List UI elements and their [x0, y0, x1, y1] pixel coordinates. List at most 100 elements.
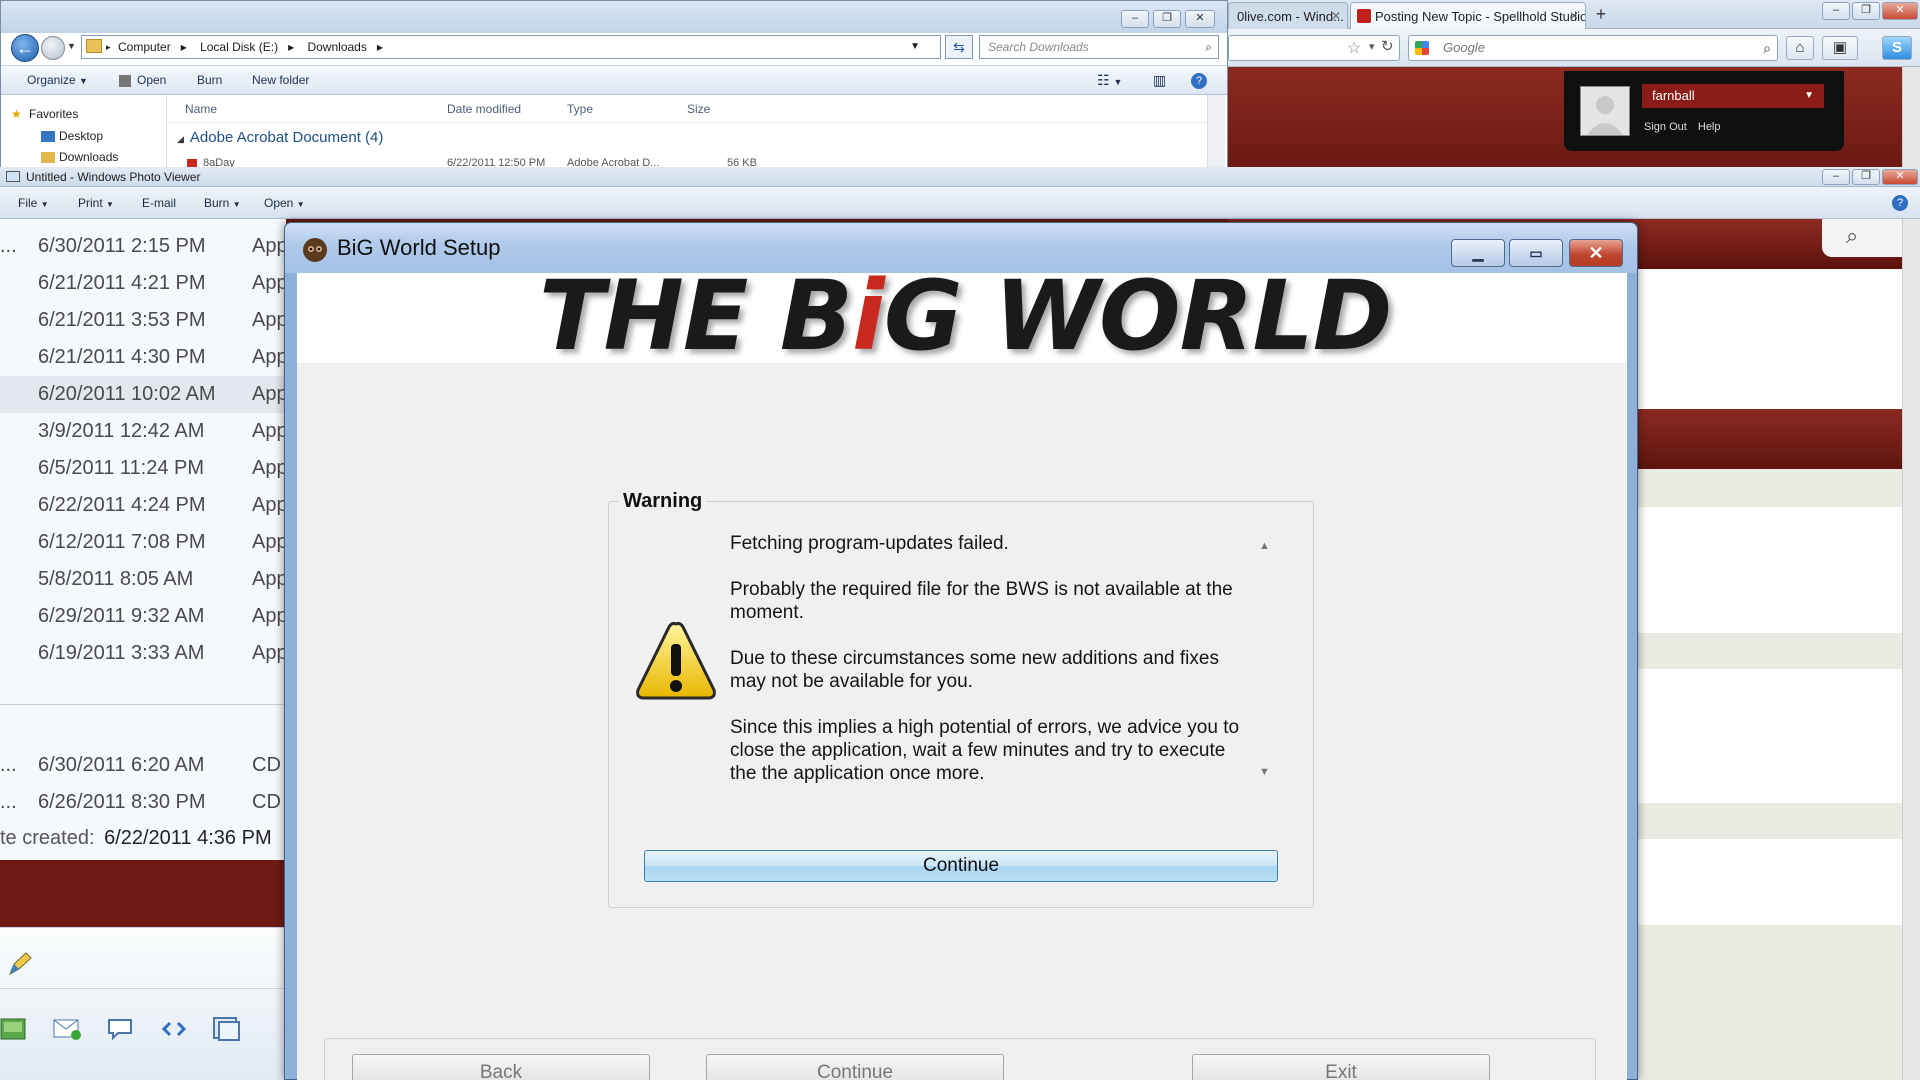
exp-close-button[interactable]: ✕: [1185, 10, 1215, 28]
ff-minimize-button[interactable]: –: [1822, 2, 1850, 20]
nav-favorites[interactable]: ★ Favorites: [11, 107, 78, 121]
back-button[interactable]: ←: [11, 34, 39, 62]
addon-button[interactable]: ▣: [1822, 36, 1858, 60]
comment-icon[interactable]: [106, 1016, 134, 1042]
list-item[interactable]: 6/21/2011 4:21 PM App: [0, 265, 288, 302]
list-item[interactable]: 5/8/2011 8:05 AM App: [0, 561, 288, 598]
pv-close-button[interactable]: ✕: [1882, 169, 1918, 185]
list-item[interactable]: 6/19/2011 3:33 AM App: [0, 635, 288, 672]
url-bar[interactable]: ☆ ▾ ↻: [1228, 35, 1400, 61]
item-type: CD: [252, 791, 281, 813]
menu-open[interactable]: Open ▼: [264, 187, 305, 221]
menu-print[interactable]: Print ▼: [78, 187, 114, 221]
explorer-search-input[interactable]: Search Downloads ⌕: [979, 35, 1219, 59]
menu-file[interactable]: File ▼: [18, 187, 49, 221]
list-item[interactable]: ... 6/30/2011 2:15 PM App: [0, 228, 288, 265]
explorer-scrollbar[interactable]: [1207, 95, 1225, 169]
bookmark-star-icon[interactable]: ☆: [1347, 38, 1361, 58]
item-type: App: [252, 605, 288, 627]
reload-icon[interactable]: ↻: [1381, 37, 1394, 55]
continue-button[interactable]: Continue: [644, 850, 1278, 882]
embed-code-icon[interactable]: [160, 1016, 188, 1042]
nav-downloads[interactable]: Downloads: [41, 150, 118, 164]
col-type[interactable]: Type: [567, 95, 593, 123]
url-dropdown-icon[interactable]: ▾: [1369, 40, 1375, 53]
tab-close-icon[interactable]: ✕: [1569, 3, 1579, 29]
help-link[interactable]: Help: [1698, 121, 1721, 133]
photo-viewer-menu: File ▼ Print ▼ E-mail Burn ▼ Open ▼ ?: [0, 187, 1920, 219]
image-icon[interactable]: [0, 1016, 26, 1042]
forward-button[interactable]: [41, 36, 65, 60]
back-button[interactable]: Back: [352, 1054, 650, 1080]
list-item[interactable]: 6/29/2011 9:32 AM App: [0, 598, 288, 635]
help-icon[interactable]: ?: [1892, 195, 1908, 211]
breadcrumb-disk[interactable]: Local Disk (E:): [200, 40, 278, 54]
list-item[interactable]: 6/22/2011 4:24 PM App: [0, 487, 288, 524]
nav-desktop[interactable]: Desktop: [41, 129, 103, 143]
list-item[interactable]: 6/5/2011 11:24 PM App: [0, 450, 288, 487]
logo-text: G WORLD: [883, 273, 1392, 363]
col-date-modified[interactable]: Date modified: [447, 95, 521, 123]
web-search-input[interactable]: Google ⌕: [1408, 35, 1778, 61]
burn-button[interactable]: Burn: [197, 66, 222, 94]
browser-tab-spellhold[interactable]: Posting New Topic - Spellhold Studios ✕: [1350, 2, 1586, 29]
breadcrumb-computer[interactable]: Computer: [118, 40, 171, 54]
browser-tab-live[interactable]: 0live.com - Wind... ✕: [1228, 2, 1348, 29]
tab-close-icon[interactable]: ✕: [1331, 3, 1341, 29]
list-item-selected[interactable]: 6/20/2011 10:02 AM App: [0, 376, 288, 413]
open-button[interactable]: Open: [119, 66, 166, 94]
big-world-logo: THE BiG WORLD: [539, 273, 1392, 363]
preview-pane-button[interactable]: ▥: [1153, 66, 1166, 94]
sign-out-link[interactable]: Sign Out: [1644, 121, 1687, 133]
organize-menu[interactable]: Organize ▼: [27, 66, 88, 95]
list-item[interactable]: ... 6/30/2011 6:20 AM CD: [0, 747, 286, 784]
list-item[interactable]: 3/9/2011 12:42 AM App: [0, 413, 288, 450]
menu-burn[interactable]: Burn ▼: [204, 187, 241, 221]
gallery-icon[interactable]: [212, 1014, 242, 1044]
new-folder-button[interactable]: New folder: [252, 66, 309, 94]
menu-email[interactable]: E-mail: [142, 187, 176, 219]
scroll-down-icon[interactable]: ▼: [1259, 766, 1270, 778]
exp-minimize-button[interactable]: –: [1121, 10, 1149, 28]
pv-minimize-button[interactable]: –: [1822, 169, 1850, 185]
address-bar[interactable]: ▸ Computer ▸ Local Disk (E:) ▸ Downloads ▸ …: [81, 35, 941, 59]
col-name[interactable]: Name: [185, 95, 217, 123]
item-type: App: [252, 346, 288, 368]
group-header[interactable]: ◢ Adobe Acrobat Document (4): [177, 129, 383, 146]
bws-close-button[interactable]: ✕: [1569, 239, 1623, 267]
preview-pane-icon: ▥: [1153, 72, 1167, 88]
list-item[interactable]: 6/21/2011 4:30 PM App: [0, 339, 288, 376]
edit-pencil-icon[interactable]: [6, 950, 34, 978]
user-dropdown[interactable]: farnball ▼: [1642, 84, 1824, 108]
history-dropdown-icon[interactable]: ▼: [67, 41, 76, 51]
column-headers: Name Date modified Type Size: [169, 95, 1209, 123]
item-type: App: [252, 420, 288, 442]
view-options-button[interactable]: ☷ ▼: [1097, 66, 1122, 96]
user-links: Sign Out Help: [1644, 121, 1721, 133]
item-type: App: [252, 309, 288, 331]
bws-minimize-button[interactable]: ▁: [1451, 239, 1505, 267]
address-dropdown-icon[interactable]: ▼: [910, 36, 920, 58]
list-item[interactable]: 6/12/2011 7:08 PM App: [0, 524, 288, 561]
pv-restore-button[interactable]: ❐: [1852, 169, 1880, 185]
exp-restore-button[interactable]: ❐: [1153, 10, 1181, 28]
bws-maximize-button[interactable]: ▭: [1509, 239, 1563, 267]
ff-restore-button[interactable]: ❐: [1852, 2, 1880, 20]
col-size[interactable]: Size: [687, 95, 710, 123]
downloads-folder-icon: [41, 152, 55, 163]
wizard-continue-button[interactable]: Continue: [706, 1054, 1004, 1080]
avatar[interactable]: [1580, 86, 1630, 136]
list-item[interactable]: 6/21/2011 3:53 PM App: [0, 302, 288, 339]
search-magnifier-icon[interactable]: ⌕: [1763, 36, 1771, 60]
breadcrumb-downloads[interactable]: Downloads: [307, 40, 366, 54]
ff-close-button[interactable]: ✕: [1882, 2, 1918, 20]
home-button[interactable]: ⌂: [1786, 36, 1814, 60]
list-item[interactable]: ... 6/26/2011 8:30 PM CD: [0, 784, 286, 821]
scroll-up-icon[interactable]: ▲: [1259, 540, 1270, 552]
exit-button[interactable]: Exit: [1192, 1054, 1490, 1080]
skype-button[interactable]: S: [1882, 36, 1912, 60]
new-tab-button[interactable]: +: [1588, 4, 1614, 26]
email-icon[interactable]: [52, 1016, 82, 1042]
help-button[interactable]: ?: [1191, 66, 1207, 94]
refresh-button[interactable]: ⇆: [945, 35, 973, 59]
